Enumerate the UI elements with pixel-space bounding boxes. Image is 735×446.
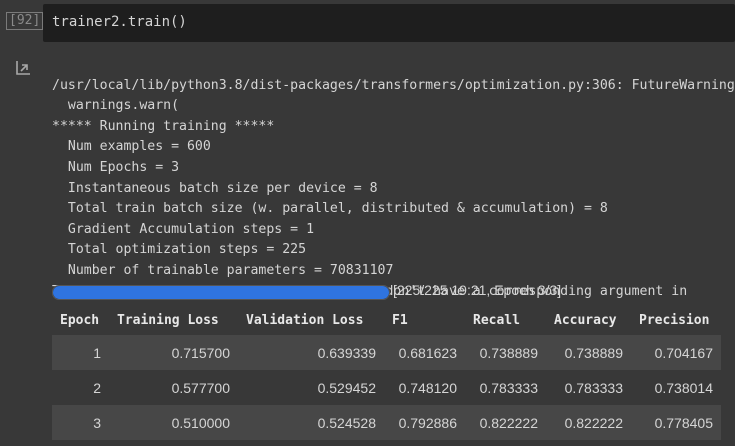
- cell-epoch: 2: [52, 370, 109, 405]
- output-redirect-icon[interactable]: [14, 58, 34, 78]
- cell-validation-loss: 0.639339: [238, 335, 384, 370]
- training-progress: [225/225 19:21, Epoch 3/3]: [52, 282, 735, 302]
- table-row: 3 0.510000 0.524528 0.792886 0.822222 0.…: [52, 405, 721, 440]
- cell-precision: 0.738014: [631, 370, 721, 405]
- cell-epoch: 3: [52, 405, 109, 440]
- cell-recall: 0.783333: [465, 370, 546, 405]
- log-line: ***** Running training *****: [52, 118, 275, 134]
- log-line: Num Epochs = 3: [52, 159, 180, 175]
- cell-accuracy: 0.783333: [546, 370, 631, 405]
- cell-training-loss: 0.510000: [109, 405, 238, 440]
- column-header-recall: Recall: [473, 313, 520, 328]
- progress-bar: [52, 285, 390, 300]
- table-header-row: Epoch Training Loss Validation Loss F1 R…: [52, 306, 721, 335]
- log-line: Total train batch size (w. parallel, dis…: [52, 201, 608, 217]
- metrics-table: Epoch Training Loss Validation Loss F1 R…: [52, 306, 721, 440]
- log-line: Num examples = 600: [52, 139, 211, 155]
- column-header-precision: Precision: [639, 313, 710, 328]
- cell-f1: 0.748120: [384, 370, 465, 405]
- cell-precision: 0.704167: [631, 335, 721, 370]
- cell-f1: 0.681623: [384, 335, 465, 370]
- column-header-accuracy: Accuracy: [554, 313, 617, 328]
- cell-accuracy: 0.738889: [546, 335, 631, 370]
- code-line[interactable]: trainer2.train(): [52, 14, 187, 30]
- cell-training-loss: 0.577700: [109, 370, 238, 405]
- cell-f1: 0.792886: [384, 405, 465, 440]
- column-header-epoch: Epoch: [60, 313, 100, 328]
- progress-label: [225/225 19:21, Epoch 3/3]: [393, 282, 562, 298]
- column-header-f1: F1: [392, 313, 408, 328]
- progress-fill: [53, 286, 389, 299]
- log-line: Number of trainable parameters = 7083110…: [52, 262, 394, 278]
- cell-recall: 0.738889: [465, 335, 546, 370]
- code-cell: [92] trainer2.train(): [0, 0, 735, 46]
- cell-validation-loss: 0.524528: [238, 405, 384, 440]
- cell-epoch: 1: [52, 335, 109, 370]
- cell-validation-loss: 0.529452: [238, 370, 384, 405]
- code-editor[interactable]: trainer2.train(): [43, 4, 735, 42]
- table-row: 2 0.577700 0.529452 0.748120 0.783333 0.…: [52, 370, 721, 405]
- log-line: Total optimization steps = 225: [52, 242, 307, 258]
- execution-count: [92]: [6, 12, 44, 30]
- column-header-validation-loss: Validation Loss: [246, 313, 364, 328]
- cell-accuracy: 0.822222: [546, 405, 631, 440]
- column-header-training-loss: Training Loss: [117, 313, 219, 328]
- cell-precision: 0.778405: [631, 405, 721, 440]
- cell-output: /usr/local/lib/python3.8/dist-packages/t…: [0, 46, 735, 446]
- table-row: 1 0.715700 0.639339 0.681623 0.738889 0.…: [52, 335, 721, 370]
- log-line: Instantaneous batch size per device = 8: [52, 180, 378, 196]
- log-line: warnings.warn(: [52, 98, 180, 114]
- cell-recall: 0.822222: [465, 405, 546, 440]
- log-line: Gradient Accumulation steps = 1: [52, 221, 315, 237]
- cell-training-loss: 0.715700: [109, 335, 238, 370]
- log-line: /usr/local/lib/python3.8/dist-packages/t…: [52, 77, 735, 93]
